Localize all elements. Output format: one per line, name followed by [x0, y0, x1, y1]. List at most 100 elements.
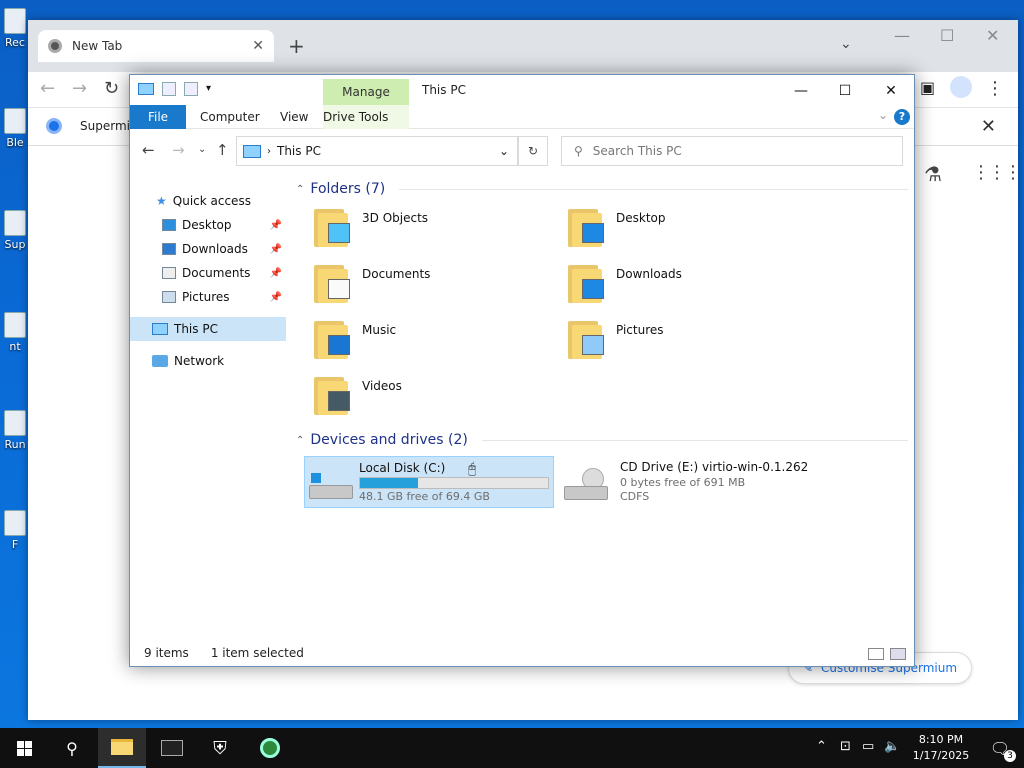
- notification-count: 3: [1004, 750, 1016, 762]
- folder-desktop[interactable]: Desktop: [568, 205, 808, 257]
- minimize-icon[interactable]: —: [894, 26, 910, 45]
- new-folder-icon[interactable]: [184, 82, 198, 96]
- downloads-icon: [162, 243, 176, 255]
- folder-3d-objects[interactable]: 3D Objects: [314, 205, 554, 257]
- profile-avatar-icon[interactable]: [950, 76, 972, 103]
- refresh-button[interactable]: ↻: [518, 136, 548, 166]
- back-arrow-icon[interactable]: ←: [142, 141, 155, 159]
- folder-pictures[interactable]: Pictures: [568, 317, 808, 369]
- up-arrow-icon[interactable]: ↑: [216, 141, 229, 159]
- new-tab-button[interactable]: +: [288, 34, 305, 58]
- desktop-shortcut[interactable]: F: [0, 510, 30, 551]
- shortcut-label: Ble: [6, 136, 24, 149]
- drive-local-disk-c[interactable]: Local Disk (C:) 48.1 GB free of 69.4 GB: [304, 456, 554, 508]
- maximize-icon[interactable]: ☐: [940, 26, 954, 45]
- recent-locations-chevron-icon[interactable]: ⌄: [198, 144, 206, 155]
- start-button[interactable]: [0, 728, 48, 768]
- folders-section-header[interactable]: ⌃ Folders (7): [296, 181, 908, 197]
- drive-name: Local Disk (C:): [359, 461, 446, 475]
- desktop-shortcut[interactable]: Ble: [0, 108, 30, 149]
- nav-label: Downloads: [182, 242, 248, 256]
- menu-kebab-icon[interactable]: ⋮: [986, 78, 1004, 99]
- folder-documents[interactable]: Documents: [314, 261, 554, 313]
- reload-icon[interactable]: ↻: [104, 78, 119, 99]
- nav-quick-access[interactable]: ★ Quick access: [130, 189, 286, 213]
- nav-label: Desktop: [182, 218, 232, 232]
- infobar-text: Supermi: [80, 119, 130, 133]
- quick-access-toolbar: ▾: [138, 82, 220, 96]
- desktop-shortcut[interactable]: Rec: [0, 8, 30, 49]
- window-title: This PC: [422, 83, 466, 97]
- ribbon-tab-computer[interactable]: Computer: [186, 105, 274, 129]
- meet-now-icon[interactable]: ⊡: [840, 739, 851, 754]
- action-center-button[interactable]: 🗨 3: [976, 728, 1024, 768]
- section-title: Folders (7): [310, 181, 386, 197]
- browser-tab-new-tab[interactable]: New Tab ✕: [38, 30, 274, 62]
- desktop-icon: [162, 219, 176, 231]
- maximize-icon[interactable]: ☐: [822, 79, 868, 103]
- drive-name: CD Drive (E:) virtio-win-0.1.262: [620, 460, 809, 474]
- minimize-icon[interactable]: —: [778, 79, 824, 103]
- qat-dropdown-icon[interactable]: ▾: [206, 82, 220, 96]
- ribbon-tab-file[interactable]: File: [130, 105, 186, 129]
- large-icons-view-icon[interactable]: [890, 648, 906, 660]
- videos-icon: [314, 373, 352, 417]
- tab-search-chevron-icon[interactable]: ⌄: [840, 36, 852, 52]
- folder-name: Desktop: [616, 211, 666, 225]
- tab-close-icon[interactable]: ✕: [252, 38, 264, 54]
- security-taskbar-button[interactable]: ⛨: [196, 728, 244, 768]
- ribbon-expand-chevron-icon[interactable]: ⌄: [878, 108, 888, 122]
- pin-icon: 📌: [269, 243, 282, 255]
- back-arrow-icon[interactable]: ←: [40, 78, 55, 99]
- nav-this-pc[interactable]: This PC: [130, 317, 286, 341]
- ribbon-tab-view[interactable]: View: [266, 105, 322, 129]
- nav-item-pictures[interactable]: Pictures 📌: [130, 285, 286, 309]
- system-clock[interactable]: 8:10 PM 1/17/2025: [906, 732, 976, 764]
- nav-item-documents[interactable]: Documents 📌: [130, 261, 286, 285]
- address-row: ← → ⌄ ↑ › This PC ⌄ ↻ ⚲ Search This PC: [130, 129, 914, 169]
- nav-network[interactable]: Network: [130, 349, 286, 373]
- search-button[interactable]: ⚲: [48, 728, 96, 768]
- file-explorer-taskbar-button[interactable]: [98, 728, 146, 768]
- file-explorer-window: ▾ Manage This PC — ☐ ✕ File Computer Vie…: [129, 74, 915, 667]
- forward-arrow-icon[interactable]: →: [72, 78, 87, 99]
- folder-videos[interactable]: Videos: [314, 373, 554, 425]
- nav-item-desktop[interactable]: Desktop 📌: [130, 213, 286, 237]
- terminal-taskbar-button[interactable]: [148, 728, 196, 768]
- address-dropdown-icon[interactable]: ⌄: [499, 144, 517, 158]
- nav-label: Quick access: [172, 194, 251, 208]
- windows-logo-icon: [16, 740, 32, 756]
- forward-arrow-icon[interactable]: →: [172, 141, 185, 159]
- folder-downloads[interactable]: Downloads: [568, 261, 808, 313]
- desktop-shortcut[interactable]: Sup: [0, 210, 30, 251]
- tray-overflow-chevron-icon[interactable]: ⌃: [816, 739, 827, 754]
- drives-section-header[interactable]: ⌃ Devices and drives (2): [296, 432, 908, 448]
- star-icon: ★: [156, 194, 167, 208]
- labs-flask-icon[interactable]: ⚗: [924, 162, 942, 186]
- apps-grid-icon[interactable]: ⋮⋮⋮: [972, 162, 1022, 183]
- desktop-shortcut[interactable]: Run: [0, 410, 30, 451]
- hard-drive-icon: [309, 469, 353, 503]
- status-bar: 9 items 1 item selected: [130, 640, 914, 666]
- infobar-close-icon[interactable]: ✕: [981, 116, 996, 137]
- details-view-icon[interactable]: [868, 648, 884, 660]
- shortcut-label: Run: [4, 438, 26, 451]
- search-input[interactable]: ⚲ Search This PC: [561, 136, 903, 166]
- desktop-shortcut[interactable]: nt: [0, 312, 30, 353]
- help-icon[interactable]: ?: [894, 109, 910, 125]
- address-bar[interactable]: › This PC ⌄: [236, 136, 518, 166]
- shortcut-label: F: [11, 538, 19, 551]
- drive-cd-e[interactable]: CD Drive (E:) virtio-win-0.1.262 0 bytes…: [560, 456, 860, 508]
- close-icon[interactable]: ✕: [986, 26, 999, 45]
- address-path: This PC: [277, 144, 321, 158]
- side-panel-icon[interactable]: ▣: [920, 78, 935, 97]
- close-icon[interactable]: ✕: [868, 79, 914, 103]
- shield-icon: ⛨: [213, 737, 227, 759]
- volume-muted-icon[interactable]: 🔈: [884, 739, 900, 754]
- folder-music[interactable]: Music: [314, 317, 554, 369]
- browser-taskbar-button[interactable]: [246, 728, 294, 768]
- network-status-icon[interactable]: ▭: [862, 739, 874, 754]
- shortcut-label: Rec: [5, 36, 25, 49]
- properties-checkbox-icon[interactable]: [162, 82, 176, 96]
- nav-item-downloads[interactable]: Downloads 📌: [130, 237, 286, 261]
